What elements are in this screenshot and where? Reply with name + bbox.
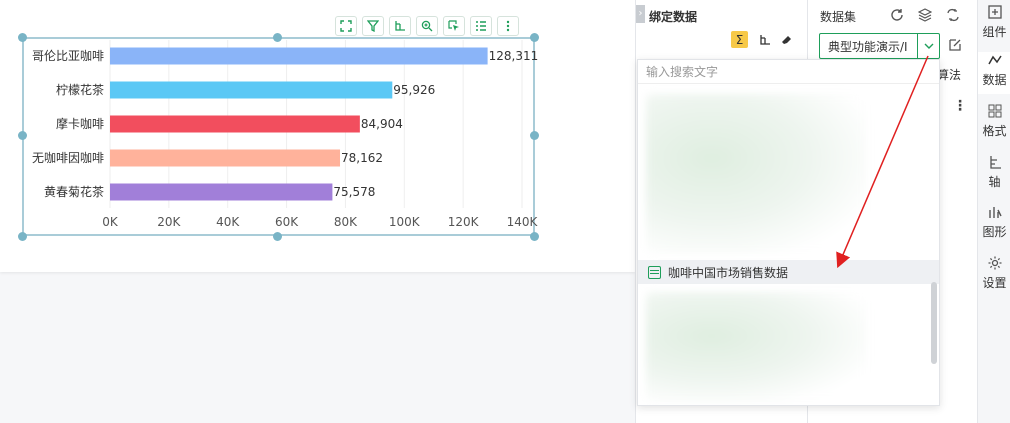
resize-handle-l[interactable] [18, 131, 27, 140]
x-tick-label: 100K [389, 215, 421, 229]
dataset-title: 数据集 [820, 10, 857, 24]
chevron-down-icon[interactable] [917, 34, 939, 58]
format-icon [987, 103, 1003, 121]
resize-handle-t[interactable] [273, 33, 282, 42]
data-label: 128,311 [489, 49, 539, 63]
rail-item-format[interactable]: 格式 [978, 103, 1010, 145]
rail-label: 数据 [982, 73, 1007, 87]
bar [110, 115, 360, 133]
rail-item-graph[interactable]: 图形 [978, 204, 1010, 246]
axis-swap-icon[interactable] [756, 31, 773, 48]
refresh-icon[interactable] [888, 6, 906, 24]
x-tick-label: 60K [275, 215, 299, 229]
category-label: 黄春菊花茶 [44, 184, 104, 199]
layers-icon[interactable] [916, 6, 934, 24]
rail-item-components[interactable]: 组件 [978, 4, 1010, 46]
x-tick-label: 120K [448, 215, 480, 229]
eraser-icon[interactable] [778, 31, 795, 48]
table-icon [648, 265, 661, 279]
switch-icon[interactable] [944, 6, 962, 24]
dataset-select-value: 典型功能演示/I [828, 39, 908, 54]
category-label: 哥伦比亚咖啡 [32, 48, 104, 63]
dataset-item-label: 咖啡中国市场销售数据 [668, 265, 789, 280]
edit-icon[interactable] [945, 35, 965, 55]
category-label: 无咖啡因咖啡 [32, 150, 104, 165]
x-tick-label: 140K [507, 215, 539, 229]
bar [110, 149, 341, 167]
settings-icon [987, 255, 1003, 273]
data-label: 84,904 [361, 117, 403, 131]
bar [110, 47, 488, 65]
component-icon [987, 4, 1003, 22]
blurred-content [646, 292, 866, 402]
rail-item-settings[interactable]: 设置 [978, 255, 1010, 297]
resize-handle-tl[interactable] [18, 33, 27, 42]
dropdown-scrollbar[interactable] [931, 282, 937, 364]
rail-item-data[interactable]: 数据 [978, 52, 1010, 94]
more-vertical-icon[interactable]: ⋮ [953, 98, 967, 114]
bind-panel-title: 绑定数据 [649, 10, 698, 24]
resize-handle-b[interactable] [273, 232, 282, 241]
right-rail: 组件 数据 格式 轴 图形 设置 [977, 0, 1010, 423]
data-icon [987, 52, 1003, 70]
sum-icon[interactable]: Σ [731, 31, 748, 48]
canvas-area: 0K 20K 40K 60K 80K 100K 120K 140K 哥伦比亚咖啡 128,311 柠… [0, 0, 635, 272]
rail-item-axis[interactable]: 轴 [978, 154, 1010, 196]
x-tick-label: 80K [334, 215, 358, 229]
category-label: 柠檬花茶 [56, 82, 104, 97]
graph-icon [987, 204, 1003, 222]
axis-icon [987, 154, 1003, 172]
resize-handle-br[interactable] [530, 232, 539, 241]
collapse-arrow-icon[interactable]: › [636, 5, 645, 23]
resize-handle-bl[interactable] [18, 232, 27, 241]
x-tick-label: 0K [102, 215, 119, 229]
dataset-list-item[interactable]: 咖啡中国市场销售数据 [638, 260, 939, 284]
resize-handle-tr[interactable] [530, 33, 539, 42]
resize-handle-r[interactable] [530, 131, 539, 140]
dataset-select[interactable]: 典型功能演示/I [819, 33, 940, 59]
bar [110, 183, 333, 201]
category-label: 摩卡咖啡 [56, 116, 104, 131]
rail-label: 格式 [982, 124, 1007, 138]
dataset-search-input[interactable] [638, 60, 939, 84]
x-tick-label: 40K [216, 215, 240, 229]
rail-label: 轴 [988, 175, 1001, 189]
data-label: 78,162 [341, 151, 383, 165]
bar-chart: 0K 20K 40K 60K 80K 100K 120K 140K 哥伦比亚咖啡 128,311 柠… [32, 40, 539, 229]
x-tick-label: 20K [157, 215, 181, 229]
bar [110, 81, 393, 99]
data-label: 75,578 [333, 185, 375, 199]
rail-label: 图形 [982, 225, 1007, 239]
data-label: 95,926 [393, 83, 435, 97]
rail-label: 组件 [982, 25, 1007, 39]
dataset-dropdown: 咖啡中国市场销售数据 [637, 59, 940, 406]
blurred-content [646, 94, 866, 254]
rail-label: 设置 [982, 276, 1007, 290]
algorithm-label: 算法 [937, 68, 962, 82]
